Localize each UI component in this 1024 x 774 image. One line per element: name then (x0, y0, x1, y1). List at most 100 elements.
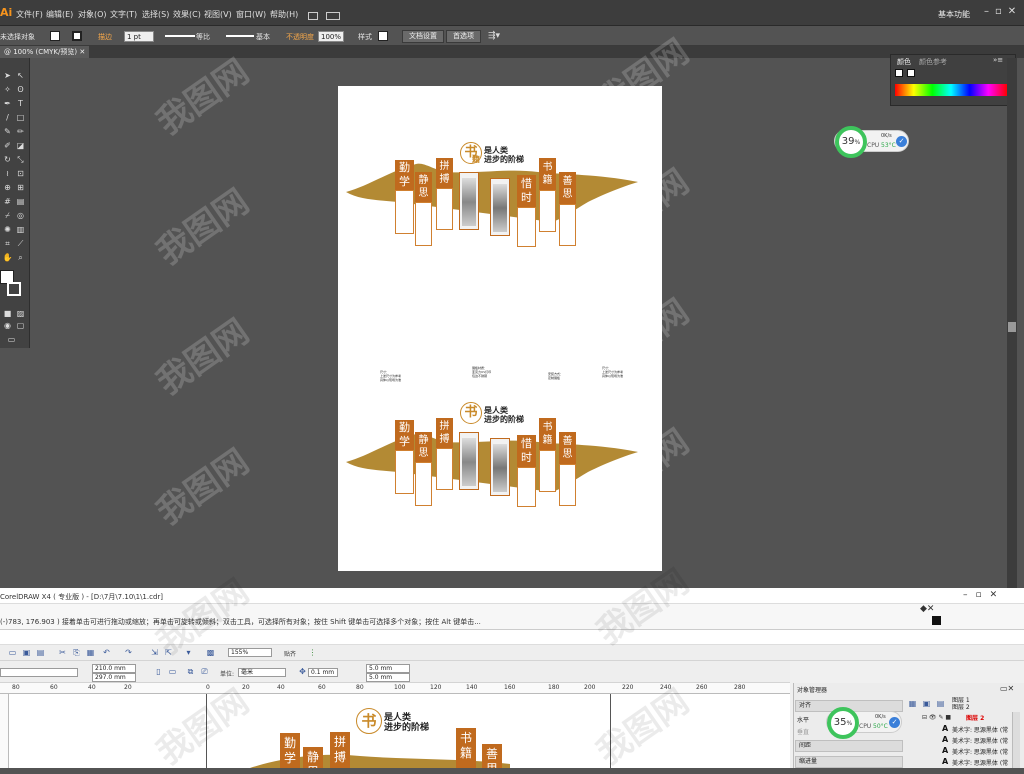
blob-brush-icon[interactable]: ✐ (2, 140, 13, 151)
landscape-icon[interactable]: ▭ (168, 667, 177, 676)
paste-icon[interactable]: ▦ (86, 648, 95, 657)
menu-select[interactable]: 选择(S) (142, 9, 169, 20)
panel-controls-icon[interactable]: ▭✕ (1000, 684, 1014, 693)
direct-selection-tool-icon[interactable]: ↖ (15, 70, 26, 81)
pencil-icon[interactable]: ✏ (15, 126, 26, 137)
brush-stroke-preview[interactable] (165, 35, 195, 37)
stroke-weight-field[interactable]: 1 pt (124, 31, 154, 42)
rectangle-tool-icon[interactable]: □ (15, 112, 26, 123)
bridge-icon[interactable] (308, 12, 318, 20)
style-stroke-preview[interactable] (226, 35, 254, 37)
scale-section[interactable]: 缩进量 (795, 756, 903, 768)
close-icon[interactable]: ✕ (79, 48, 85, 56)
workspace-switcher[interactable]: 基本功能 (938, 9, 970, 20)
free-transform-icon[interactable]: ⊡ (15, 168, 26, 179)
outline-indicator-swatch[interactable] (932, 616, 941, 625)
new-doc-icon[interactable]: ▭ (8, 648, 17, 657)
menu-type[interactable]: 文字(T) (110, 9, 137, 20)
menu-edit[interactable]: 编辑(E) (46, 9, 73, 20)
paintbrush-icon[interactable]: ✎ (2, 126, 13, 137)
layer-2-label[interactable]: 图层 2 (952, 702, 970, 713)
eyedropper-icon[interactable]: ⌿ (2, 210, 13, 221)
fill-indicator-icon[interactable]: ◆✕ (920, 604, 934, 614)
eraser-icon[interactable]: ◪ (15, 140, 26, 151)
hand-tool-icon[interactable]: ✋ (2, 252, 13, 263)
symbol-sprayer-icon[interactable]: ✺ (2, 224, 13, 235)
lasso-icon[interactable]: ʘ (15, 84, 26, 95)
cd-window-controls[interactable]: –▫✕ (963, 590, 1005, 600)
white-swatch[interactable] (907, 69, 915, 77)
ai-window-controls[interactable]: –▫✕ (984, 6, 1022, 17)
menu-help[interactable]: 帮助(H) (270, 9, 298, 20)
selection-tool-icon[interactable]: ➤ (2, 70, 13, 81)
page-height-field[interactable]: 297.0 mm (92, 673, 136, 682)
none-mode-icon[interactable]: ▢ (15, 320, 26, 331)
nudge-distance-field[interactable]: 0.1 mm (308, 668, 338, 677)
zoom-tool-icon[interactable]: ⌕ (15, 252, 26, 263)
preferences-button[interactable]: 首选项 (446, 30, 481, 43)
line-tool-icon[interactable]: / (2, 112, 13, 123)
menu-effect[interactable]: 效果(C) (173, 9, 201, 20)
object-item[interactable]: 美术字: 思源黑体 (常 (952, 758, 1008, 769)
object-list-scrollbar[interactable] (1012, 712, 1020, 768)
color-spectrum[interactable] (895, 84, 1007, 96)
cpu-monitor-widget[interactable]: 39% 0K/s CPU 53°C ✓ (834, 126, 909, 158)
slice-tool-icon[interactable]: ⟋ (15, 238, 26, 249)
control-options-icon[interactable]: ⇶▾ (488, 31, 500, 41)
cut-icon[interactable]: ✂ (58, 648, 67, 657)
object-item[interactable]: 美术字: 思源黑体 (常 (952, 725, 1008, 736)
opacity-label[interactable]: 不透明度 (286, 32, 314, 42)
all-pages-icon[interactable]: ⧉ (186, 667, 195, 676)
menu-view[interactable]: 视图(V) (204, 9, 232, 20)
draw-mode-icon[interactable]: ◉ (2, 320, 13, 331)
panel-menu-icon[interactable]: »≡ (993, 56, 1003, 64)
pen-tool-icon[interactable]: ✒ (2, 98, 13, 109)
screen-mode-icon[interactable]: ▭ (6, 334, 17, 345)
vertical-ruler[interactable] (0, 694, 9, 768)
color-tab[interactable]: 颜色 (897, 57, 911, 67)
welcome-icon[interactable]: ▩ (206, 648, 215, 657)
edit-across-layers-icon[interactable]: ▣ (922, 699, 931, 708)
menu-object[interactable]: 对象(O) (78, 9, 107, 20)
zoom-level-field[interactable]: 155% (228, 648, 272, 657)
color-guide-tab[interactable]: 颜色参考 (919, 57, 947, 67)
magic-wand-icon[interactable]: ✧ (2, 84, 13, 95)
page-width-field[interactable]: 210.0 mm (92, 664, 136, 673)
shape-builder-icon[interactable]: ⊕ (2, 182, 13, 193)
duplicate-y-field[interactable]: 5.0 mm (366, 673, 410, 682)
layer-visibility-icons[interactable]: ⊟ 👁 ✎ ■ (922, 714, 951, 721)
menu-window[interactable]: 窗口(W) (236, 9, 266, 20)
cpu-monitor-widget[interactable]: 35% 0K/s CPU 50°C ✓ (826, 707, 902, 739)
perspective-grid-icon[interactable]: ⊞ (15, 182, 26, 193)
toolbox-stroke-swatch[interactable] (7, 282, 21, 296)
blend-tool-icon[interactable]: ◎ (15, 210, 26, 221)
color-mode-icon[interactable]: ■ (2, 308, 13, 319)
menu-file[interactable]: 文件(F) (16, 9, 43, 20)
widget-settings-icon[interactable]: ✓ (889, 717, 900, 728)
save-icon[interactable]: ▤ (36, 648, 45, 657)
graphic-style-swatch[interactable] (378, 31, 388, 41)
artboard-tool-icon[interactable]: ⌗ (2, 238, 13, 249)
page-size-dropdown[interactable] (0, 668, 78, 677)
opacity-field[interactable]: 100% (318, 31, 344, 42)
object-item[interactable]: 美术字: 思源黑体 (常 (952, 747, 1008, 758)
stroke-color-swatch[interactable] (72, 31, 82, 41)
column-graph-icon[interactable]: ▥ (15, 224, 26, 235)
units-dropdown[interactable]: 毫米 (238, 668, 286, 677)
widget-settings-icon[interactable]: ✓ (896, 136, 907, 147)
layer-manager-view-icon[interactable]: ▤ (936, 699, 945, 708)
stroke-label[interactable]: 描边 (98, 32, 112, 42)
scale-tool-icon[interactable]: ⤡ (15, 154, 26, 165)
undo-icon[interactable]: ↶ (102, 648, 111, 657)
arrange-docs-icon[interactable] (326, 12, 340, 20)
gradient-tool-icon[interactable]: ▤ (15, 196, 26, 207)
doc-settings-button[interactable]: 文档设置 (402, 30, 444, 43)
rotate-tool-icon[interactable]: ↻ (2, 154, 13, 165)
portrait-icon[interactable]: ▯ (154, 667, 163, 676)
current-page-icon[interactable]: ⎚ (200, 667, 209, 676)
gradient-mode-icon[interactable]: ▨ (15, 308, 26, 319)
snap-to-dropdown[interactable]: 贴齐 (284, 649, 296, 658)
mesh-tool-icon[interactable]: # (2, 196, 13, 207)
redo-icon[interactable]: ↷ (124, 648, 133, 657)
snap-options-icon[interactable]: ⋮ (308, 648, 317, 657)
